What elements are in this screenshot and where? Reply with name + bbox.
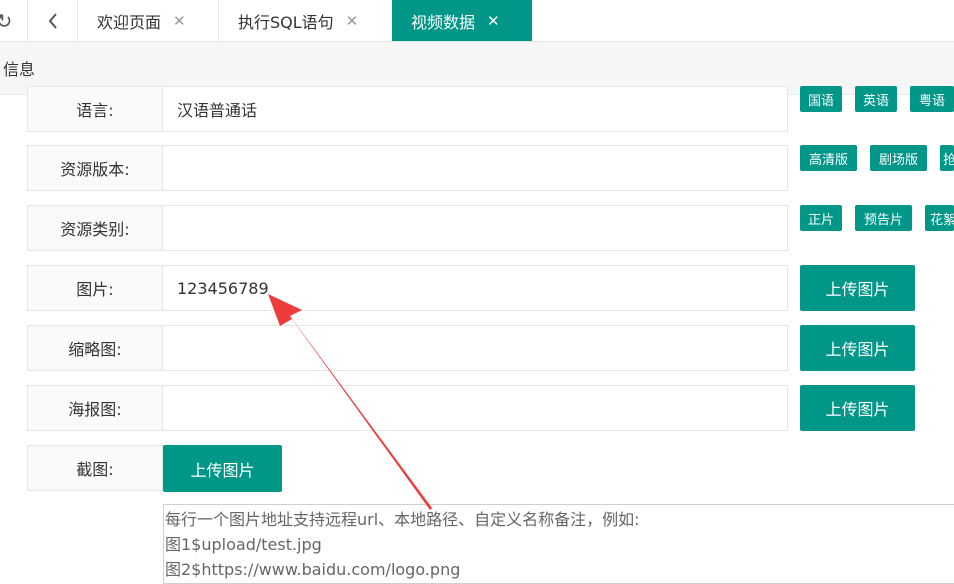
tab-label: 视频数据: [411, 12, 476, 32]
tag-trailer[interactable]: 预告片: [855, 205, 912, 231]
tag-hd[interactable]: 高清版: [800, 145, 857, 171]
field-label: 图片:: [27, 265, 163, 311]
tab-label: 执行SQL语句: [238, 12, 334, 32]
form-row-language: 语言: 汉语普通话: [27, 86, 788, 132]
field-label: 海报图:: [27, 385, 163, 431]
image-input[interactable]: 123456789: [163, 265, 788, 311]
tab-bar: ↻ 欢迎页面 ✕ 执行SQL语句 ✕ 视频数据 ✕: [0, 0, 954, 42]
language-input[interactable]: 汉语普通话: [163, 86, 788, 132]
tag-english[interactable]: 英语: [855, 86, 897, 112]
tab-welcome[interactable]: 欢迎页面 ✕: [77, 0, 218, 41]
refresh-icon[interactable]: ↻: [0, 0, 16, 41]
tag-feature[interactable]: 正片: [800, 205, 842, 231]
version-input[interactable]: [163, 145, 788, 191]
form-row-screenshot: 截图:: [27, 445, 163, 491]
upload-thumbnail-button[interactable]: 上传图片: [800, 325, 915, 371]
field-label: 资源版本:: [27, 145, 163, 191]
form-row-thumbnail: 缩略图:: [27, 325, 788, 371]
chevron-left-icon: [48, 12, 57, 29]
back-button[interactable]: [27, 0, 78, 41]
close-icon[interactable]: ✕: [346, 12, 359, 30]
upload-screenshot-button[interactable]: 上传图片: [163, 445, 282, 492]
field-label: 资源类别:: [27, 205, 163, 251]
category-input[interactable]: [163, 205, 788, 251]
page-title: 信息: [3, 60, 36, 79]
close-icon[interactable]: ✕: [173, 12, 186, 30]
field-label: 截图:: [27, 445, 163, 491]
thumbnail-input[interactable]: [163, 325, 788, 371]
help-line: 每行一个图片地址支持远程url、本地路径、自定义名称备注，例如:: [165, 510, 640, 529]
tab-sql[interactable]: 执行SQL语句 ✕: [218, 0, 392, 41]
close-icon[interactable]: ✕: [487, 12, 500, 30]
poster-input[interactable]: [163, 385, 788, 431]
help-line: 图2$https://www.baidu.com/logo.png: [165, 560, 461, 579]
tag-more[interactable]: 抢: [940, 145, 954, 171]
upload-image-button[interactable]: 上传图片: [800, 265, 915, 311]
help-line: 图1$upload/test.jpg: [165, 535, 322, 554]
form-row-image: 图片: 123456789: [27, 265, 788, 311]
screenshot-urls-textarea[interactable]: 每行一个图片地址支持远程url、本地路径、自定义名称备注，例如: 图1$uplo…: [163, 504, 954, 584]
tag-theatrical[interactable]: 剧场版: [870, 145, 927, 171]
form-row-version: 资源版本:: [27, 145, 788, 191]
tag-mandarin[interactable]: 国语: [800, 86, 842, 112]
tab-video-data[interactable]: 视频数据 ✕: [392, 0, 532, 41]
tag-extras[interactable]: 花絮: [925, 205, 954, 231]
form-row-poster: 海报图:: [27, 385, 788, 431]
field-label: 缩略图:: [27, 325, 163, 371]
tab-label: 欢迎页面: [97, 12, 162, 32]
field-label: 语言:: [27, 86, 163, 132]
tag-cantonese[interactable]: 粤语: [910, 86, 954, 112]
upload-poster-button[interactable]: 上传图片: [800, 385, 915, 431]
form-row-category: 资源类别:: [27, 205, 788, 251]
